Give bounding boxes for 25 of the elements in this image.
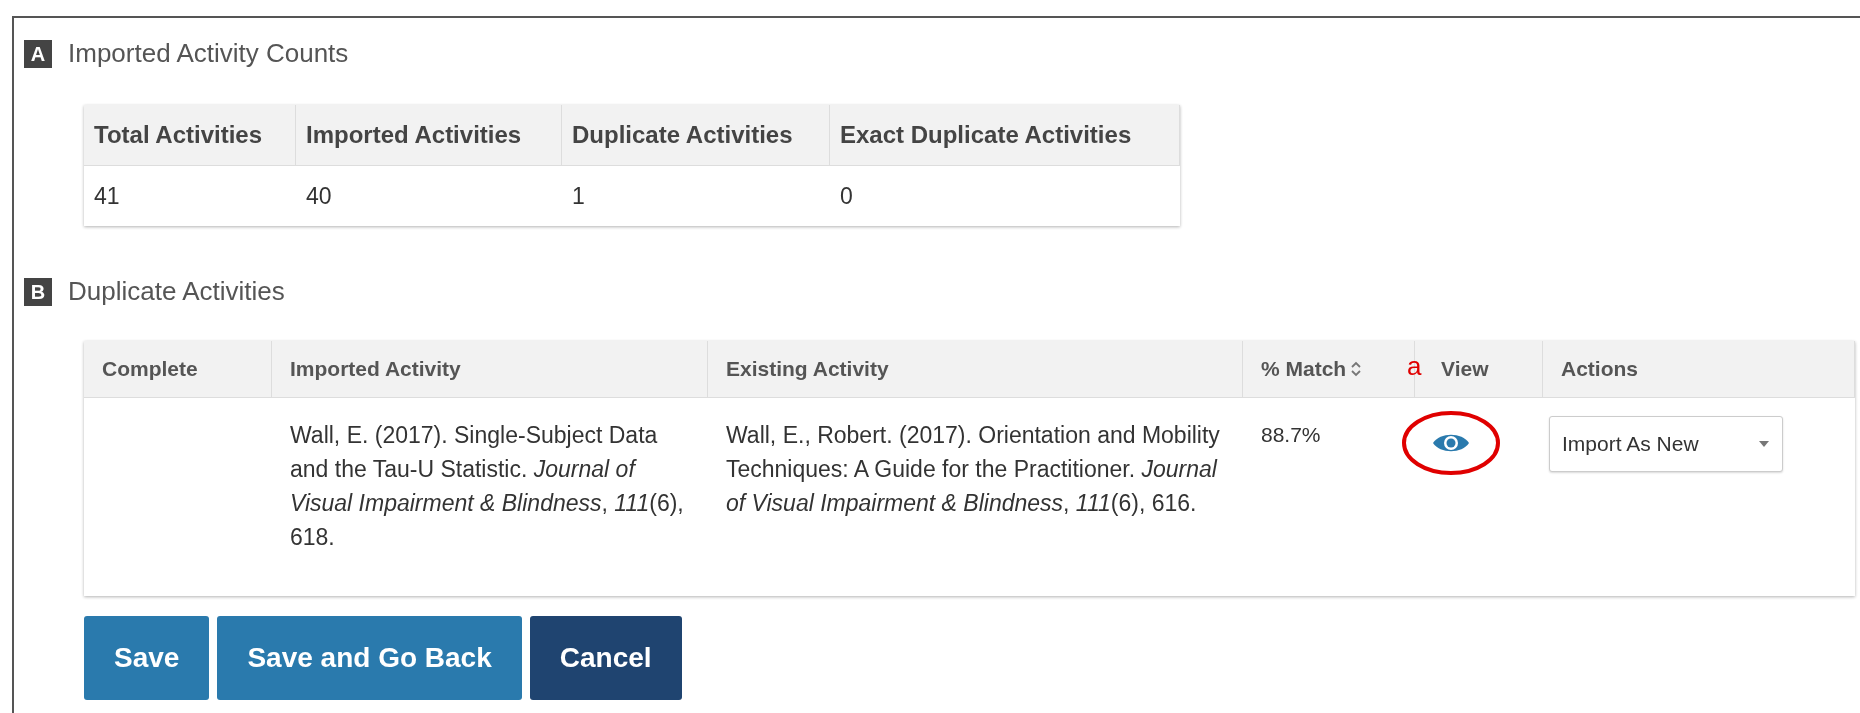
column-header: Actions [1543,341,1855,397]
table-cell-text: 41 [93,181,121,211]
column-header: Imported Activity [272,341,708,397]
section-badge: B [24,277,52,306]
column-header: Duplicate Activities [562,105,830,165]
imported-citation: Wall, E. (2017). Single-Subject Data and the Tau-U Statistic. Journal of Visual Impairment & Blindness, 111(6), 618. [290,422,684,550]
cancel-button[interactable]: Cancel [529,616,682,700]
section-badge: A [24,39,52,68]
column-header: Existing Activity [708,341,1243,397]
column-header: Exact Duplicate Activities [830,105,1180,165]
column-header: Total Activities [84,105,296,165]
column-header: Complete [84,341,272,397]
table-cell-text: 40 [305,181,333,211]
action-dropdown[interactable]: Import As New [1549,416,1783,472]
sort-icon [1350,360,1363,378]
match-percent: 88.7% [1261,423,1321,446]
table-cell-text: 0 [839,181,854,211]
section-title: Duplicate Activities [68,275,285,308]
save-button[interactable]: Save and Go Back [217,616,522,700]
table-cell-text: 1 [571,181,586,211]
save-button[interactable]: Save [84,616,210,700]
existing-citation: Wall, E., Robert. (2017). Orientation and Mobility Techniques: A Guide for the Practitioner. Journal of Visual Impairment & Blindness, 111(6), 616. [726,422,1220,516]
caret-icon [1758,440,1770,448]
section-title: Imported Activity Counts [68,37,349,70]
column-header: Imported Activities [296,105,562,165]
